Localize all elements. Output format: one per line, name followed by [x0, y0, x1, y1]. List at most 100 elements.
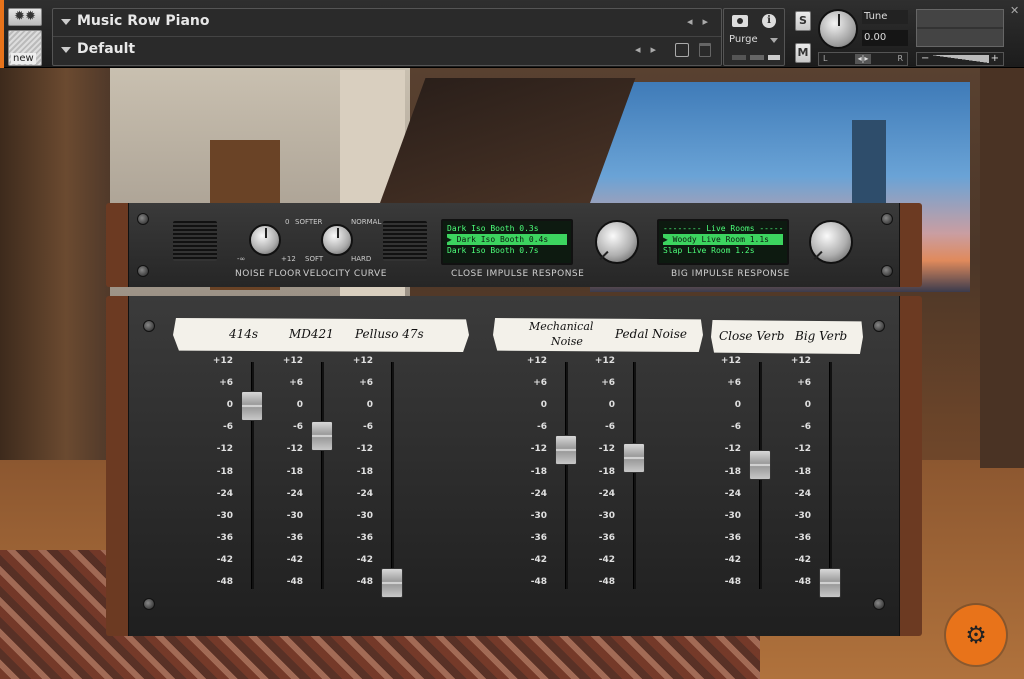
- fader-track: [633, 362, 636, 589]
- fader-scale-label: 0: [608, 400, 615, 411]
- big-ir-knob[interactable]: [809, 220, 853, 264]
- fader-scale-label: -12: [286, 444, 303, 455]
- noise-floor-mark-max: +12: [281, 255, 296, 263]
- gear-icon: ⚙: [965, 621, 987, 649]
- close-ir-item[interactable]: Dark Iso Booth 0.7s: [447, 245, 567, 256]
- close-ir-display[interactable]: Dark Iso Booth 0.3s ▶ Dark Iso Booth 0.4…: [441, 219, 573, 265]
- velocity-curve-label: VELOCITY CURVE: [303, 269, 387, 279]
- velocity-curve-knob[interactable]: [321, 224, 353, 256]
- channel-label-close-verb: Close Verb: [719, 329, 785, 343]
- close-ir-item-selected[interactable]: ▶ Dark Iso Booth 0.4s: [447, 234, 567, 245]
- save-icon[interactable]: [675, 43, 689, 57]
- fader-scale-label: -24: [530, 488, 547, 499]
- chevron-down-icon[interactable]: [770, 38, 778, 43]
- big-ir-display[interactable]: -------- Live Rooms -------- ▶ Woody Liv…: [657, 219, 789, 265]
- channel-fader-2[interactable]: [311, 420, 333, 451]
- channel-fader-3[interactable]: [381, 568, 403, 598]
- velocity-mark-hard: HARD: [351, 255, 372, 263]
- tune-value[interactable]: 0.00: [862, 30, 908, 46]
- big-ir-item-selected[interactable]: ▶ Woody Live Room 1.1s: [663, 234, 783, 245]
- fader-scale-label: -24: [356, 488, 373, 499]
- close-icon[interactable]: ✕: [1010, 4, 1019, 17]
- channel-label-noise: Noise: [551, 335, 583, 348]
- fader-scale-label: +6: [359, 378, 373, 389]
- fader-scale-label: -12: [356, 444, 373, 455]
- fader-scale-label: -30: [794, 510, 811, 521]
- velocity-mark-normal: NORMAL: [351, 218, 382, 226]
- fader-track: [565, 362, 568, 589]
- fader-scale-label: -18: [286, 466, 303, 477]
- channel-fader-5[interactable]: [623, 442, 645, 473]
- preset-prev-next[interactable]: ◂▸: [635, 43, 666, 56]
- preset-row[interactable]: Default ◂▸: [53, 37, 721, 65]
- new-instrument-button[interactable]: new: [8, 30, 42, 66]
- fader-scale-label: -48: [356, 577, 373, 587]
- channel-fader-1[interactable]: [241, 391, 263, 422]
- fader-scale-label: -48: [724, 577, 741, 587]
- fader-scale-label: -12: [598, 444, 615, 455]
- fader-scale-label: -6: [801, 422, 811, 433]
- screw-icon: [143, 320, 155, 332]
- fader-scale-label: -48: [286, 577, 303, 587]
- close-ir-item[interactable]: Dark Iso Booth 0.3s: [447, 223, 567, 234]
- solo-button[interactable]: S: [795, 11, 811, 31]
- fader-scale-label: -30: [216, 510, 233, 521]
- mute-button[interactable]: M: [795, 43, 811, 63]
- fader-scale-label: -42: [724, 554, 741, 565]
- info-icon[interactable]: i: [762, 14, 776, 28]
- tape-label-verbs: Close Verb Big Verb: [711, 320, 863, 354]
- close-ir-knob[interactable]: [595, 220, 639, 264]
- noise-floor-mark-zero: 0: [285, 218, 290, 226]
- screw-icon: [881, 265, 893, 277]
- fader-scale-label: +6: [533, 378, 547, 389]
- big-ir-label: BIG IMPULSE RESPONSE: [671, 269, 790, 279]
- fader-scale-label: -36: [530, 532, 547, 543]
- gear-icon: ✹✹: [14, 9, 36, 24]
- tune-knob[interactable]: [818, 9, 858, 49]
- pan-slider[interactable]: L ◂|▸ R: [818, 52, 908, 66]
- fader-scale-label: 0: [296, 400, 303, 411]
- mixer-rack: 414s MD421 Pelluso 47s Mechanical Noise …: [106, 296, 922, 636]
- instrument-row[interactable]: Music Row Piano ◂▸: [53, 9, 721, 37]
- speaker-grill: [383, 221, 427, 261]
- instrument-header: ✹✹ new Music Row Piano ◂▸ Default ◂▸ i P…: [0, 0, 1024, 68]
- fader-scale-label: -30: [598, 510, 615, 521]
- chevron-down-icon[interactable]: [61, 19, 71, 25]
- big-ir-item[interactable]: Slap Live Room 1.2s: [663, 245, 783, 256]
- screw-icon: [137, 213, 149, 225]
- volume-slider[interactable]: − +: [916, 52, 1004, 66]
- fader-scale-label: +12: [594, 356, 615, 366]
- noise-floor-knob[interactable]: [249, 224, 281, 256]
- purge-button[interactable]: Purge: [729, 34, 758, 45]
- fader-scale-label: -24: [724, 488, 741, 499]
- fader-track: [321, 362, 324, 589]
- instrument-name-box: Music Row Piano ◂▸ Default ◂▸: [52, 8, 722, 66]
- fader-scale-label: -12: [216, 444, 233, 455]
- output-level-meter: [916, 9, 1004, 47]
- fader-scale-label: +12: [282, 356, 303, 366]
- velocity-mark-soft: SOFT: [305, 255, 324, 263]
- channel-label-pelluso: Pelluso 47s: [355, 327, 424, 341]
- fader-track: [391, 362, 394, 589]
- instrument-options-button[interactable]: ✹✹: [8, 8, 42, 26]
- settings-button[interactable]: ⚙: [946, 605, 1006, 665]
- channel-fader-7[interactable]: [819, 568, 841, 598]
- channel-fader-6[interactable]: [749, 450, 771, 481]
- channel-fader-4[interactable]: [555, 435, 577, 466]
- fader-scale-label: +12: [720, 356, 741, 366]
- instrument-tools-box: i Purge: [723, 8, 785, 66]
- chevron-down-icon[interactable]: [61, 47, 71, 53]
- camera-icon[interactable]: [732, 15, 748, 27]
- screw-icon: [873, 320, 885, 332]
- fader-scale-label: 0: [226, 400, 233, 411]
- fader-scale-label: +12: [212, 356, 233, 366]
- new-label: new: [11, 53, 36, 64]
- fader-scale-label: -6: [223, 422, 233, 433]
- tape-label-noise: Mechanical Noise Pedal Noise: [493, 318, 703, 352]
- pan-handle[interactable]: ◂|▸: [855, 54, 871, 64]
- channel-label-414s: 414s: [229, 327, 259, 341]
- fader-scale-label: -24: [216, 488, 233, 499]
- instrument-prev-next[interactable]: ◂▸: [687, 15, 718, 28]
- fader-scale-label: -6: [731, 422, 741, 433]
- trash-icon[interactable]: [699, 43, 711, 57]
